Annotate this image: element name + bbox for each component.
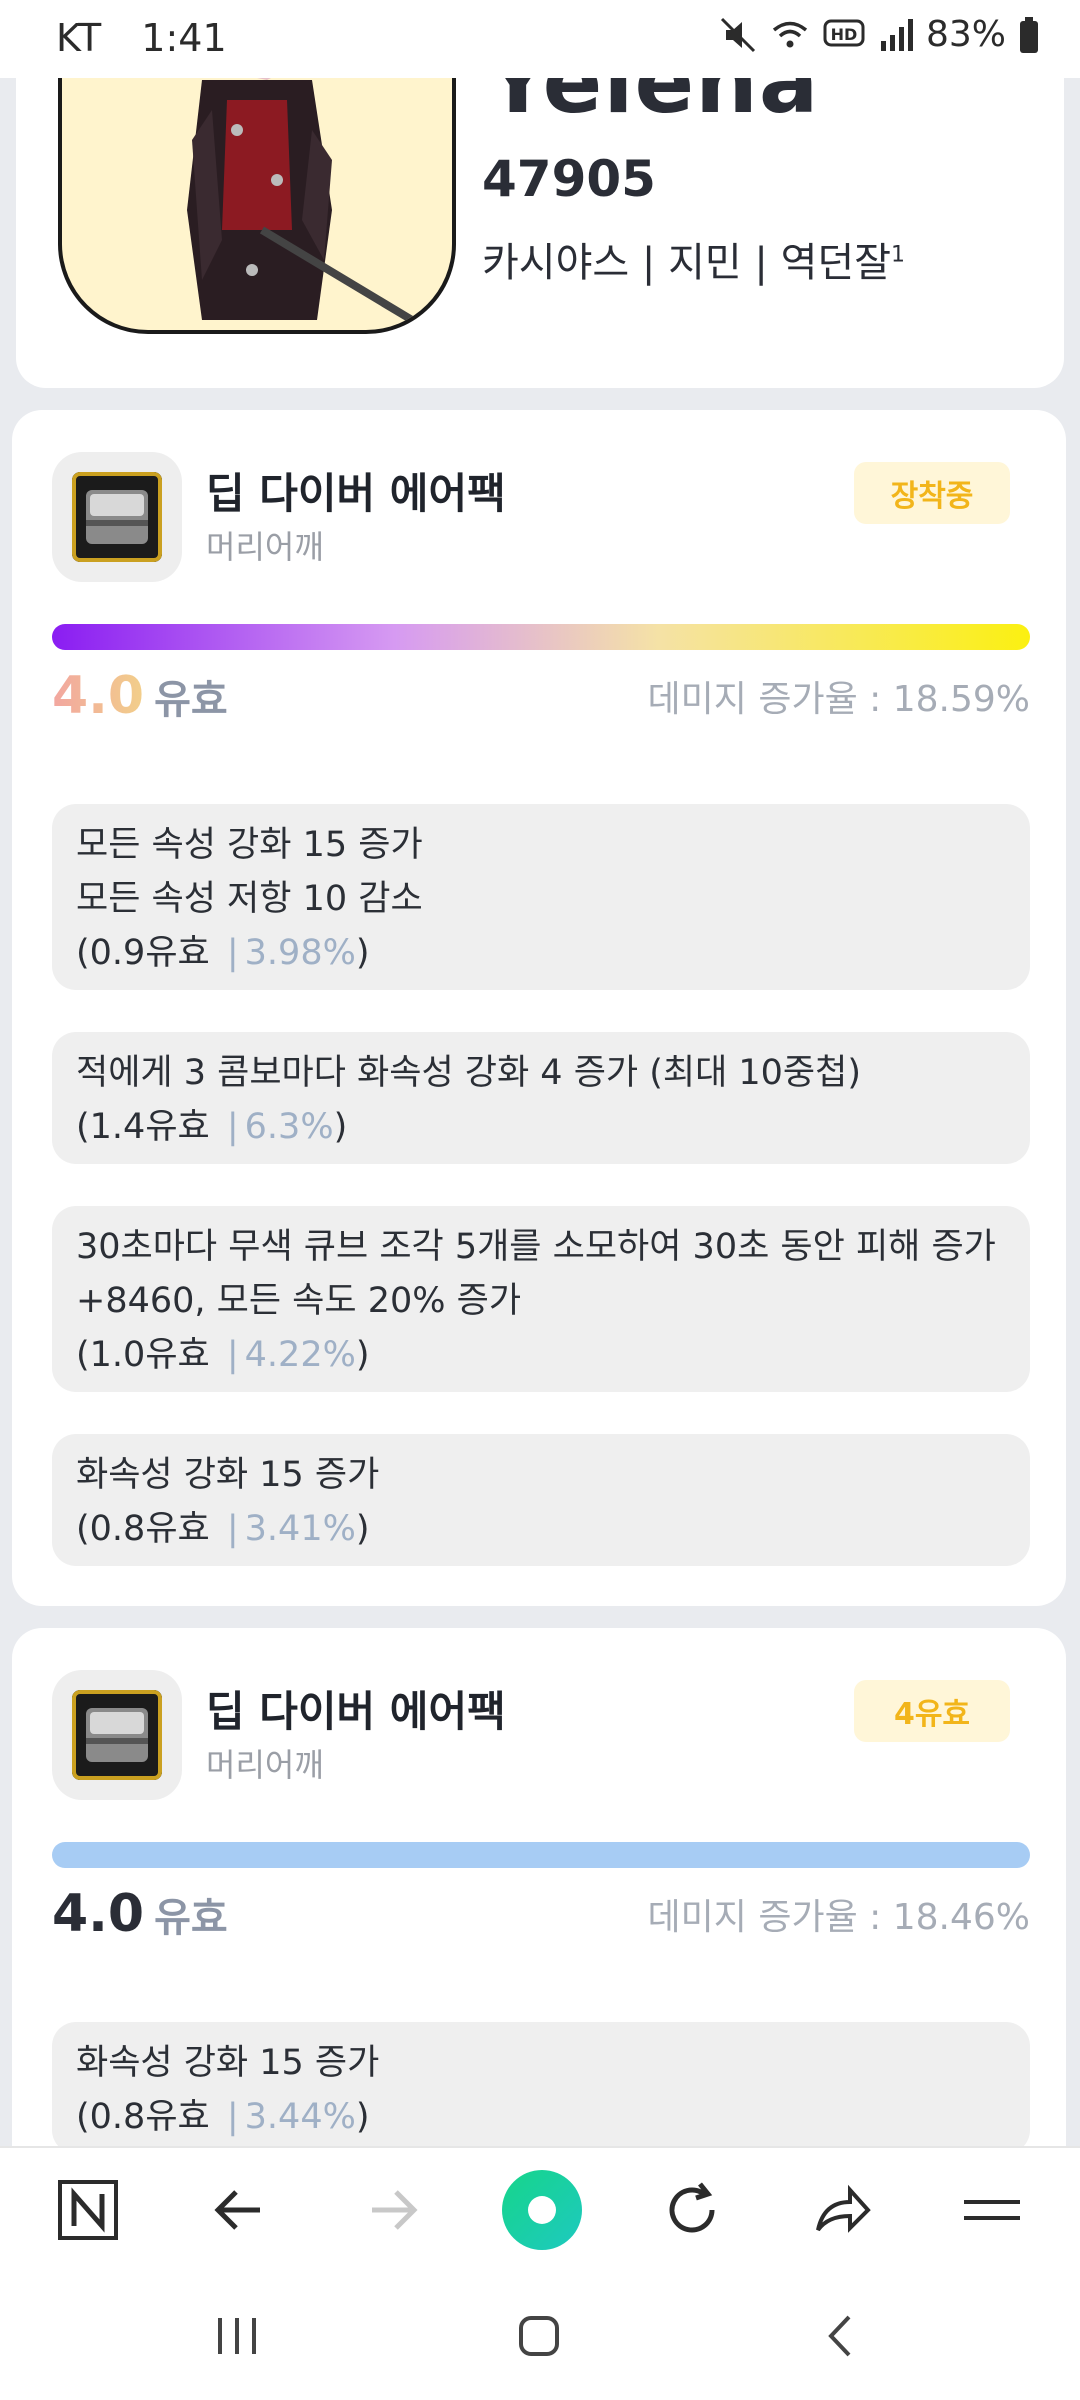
refresh-icon[interactable] — [650, 2168, 734, 2252]
option-value: (0.9유효 | 3.98%) — [52, 926, 1030, 992]
option-text: 모든 속성 강화 15 증가 모든 속성 저항 10 감소 — [76, 825, 423, 919]
score-unit: 유효 — [154, 677, 228, 723]
option-close: ) — [355, 933, 370, 973]
option-value: (1.4유효 | 6.3%) — [52, 1100, 1030, 1166]
option-percent: 4.22% — [244, 1335, 356, 1375]
option-effective: (1.0유효 — [76, 1335, 210, 1375]
option-percent: 6.3% — [244, 1107, 334, 1147]
recent-apps-icon[interactable] — [192, 2296, 282, 2376]
hd-voice-icon: HD — [823, 19, 865, 46]
option-percent: 3.44% — [244, 2097, 356, 2137]
option-percent: 3.41% — [244, 1509, 356, 1549]
effective-score: 4.0 유효 — [52, 1884, 228, 1944]
option-effective: (0.8유효 — [76, 1509, 210, 1549]
clock: 1:41 — [141, 16, 227, 60]
option-effective: (0.9유효 — [76, 933, 210, 973]
option-separator: | — [226, 1509, 239, 1549]
score-value: 4.0 — [52, 1884, 145, 1944]
option-row: 화속성 강화 15 증가 (0.8유효 | 3.41%) — [52, 1434, 1030, 1566]
forward-icon[interactable] — [350, 2168, 434, 2252]
character-info: 카시야스 | 지민 | 역던잘1 — [482, 230, 905, 288]
carrier-label: KT — [56, 16, 102, 60]
airpack-icon — [72, 1690, 162, 1780]
score-unit: 유효 — [154, 1895, 228, 1941]
item-icon-box — [52, 452, 182, 582]
option-close: ) — [355, 1335, 370, 1375]
status-left: KT 1:41 — [56, 16, 255, 60]
svg-text:HD: HD — [831, 25, 858, 44]
option-text: 적에게 3 콤보마다 화속성 강화 4 증가 (최대 10중첩) — [76, 1053, 861, 1093]
damage-increase: 데미지 증가율 : 18.59% — [647, 679, 1030, 720]
option-row: 화속성 강화 15 증가 (0.8유효 | 3.44%) — [52, 2022, 1030, 2154]
option-separator: | — [226, 1107, 239, 1147]
green-dot-icon[interactable] — [500, 2168, 584, 2252]
option-row: 적에게 3 콤보마다 화속성 강화 4 증가 (최대 10중첩) (1.4유효 … — [52, 1032, 1030, 1164]
battery-icon — [1020, 16, 1038, 53]
back-nav-icon[interactable] — [796, 2296, 886, 2376]
effective-score: 4.0 유효 — [52, 666, 228, 726]
damage-increase: 데미지 증가율 : 18.46% — [647, 1897, 1030, 1938]
option-text: 30초마다 무색 큐브 조각 5개를 소모하여 30초 동안 피해 증가 +84… — [76, 1227, 996, 1321]
item-name: 딥 다이버 에어팩 — [206, 1687, 506, 1736]
option-close: ) — [355, 2097, 370, 2137]
menu-icon[interactable] — [950, 2168, 1034, 2252]
character-info-text: 카시야스 | 지민 | 역던잘 — [482, 240, 892, 286]
option-text: 화속성 강화 15 증가 — [76, 2043, 380, 2083]
item-card[interactable]: 딥 다이버 에어팩 머리어깨 4유효 4.0 유효 데미지 증가율 : 18.46… — [12, 1628, 1066, 2188]
item-card[interactable]: 딥 다이버 에어팩 머리어깨 장착중 4.0 유효 데미지 증가율 : 18.59… — [12, 410, 1066, 1606]
grade-bar — [52, 624, 1030, 650]
status-bar: KT 1:41 HD 83% — [0, 0, 1080, 78]
option-value: (1.0유효 | 4.22%) — [52, 1328, 1030, 1394]
character-info-superscript: 1 — [891, 242, 906, 268]
option-text: 화속성 강화 15 증가 — [76, 1455, 380, 1495]
status-right: HD 83% — [718, 14, 1040, 55]
option-separator: | — [226, 1335, 239, 1375]
airpack-icon — [72, 472, 162, 562]
share-icon[interactable] — [800, 2168, 884, 2252]
signal-icon — [880, 18, 913, 51]
item-slot: 머리어깨 — [206, 528, 324, 566]
option-separator: | — [226, 2097, 239, 2137]
option-close: ) — [333, 1107, 348, 1147]
item-slot: 머리어깨 — [206, 1746, 324, 1784]
browser-toolbar — [0, 2146, 1080, 2272]
system-navigation-bar — [0, 2270, 1080, 2400]
item-icon-box — [52, 1670, 182, 1800]
character-number: 47905 — [482, 150, 656, 208]
item-name: 딥 다이버 에어팩 — [206, 469, 506, 518]
effective-badge: 4유효 — [854, 1680, 1010, 1742]
option-row: 모든 속성 강화 15 증가 모든 속성 저항 10 감소 (0.9유효 | 3.… — [52, 804, 1030, 990]
back-icon[interactable] — [198, 2168, 282, 2252]
wifi-icon — [772, 21, 808, 47]
option-separator: | — [226, 933, 239, 973]
score-value: 4.0 — [52, 666, 145, 726]
naver-home-icon[interactable] — [46, 2168, 130, 2252]
battery-percent: 83% — [925, 14, 1006, 55]
grade-bar — [52, 1842, 1030, 1868]
mute-icon — [720, 17, 756, 52]
option-row: 30초마다 무색 큐브 조각 5개를 소모하여 30초 동안 피해 증가 +84… — [52, 1206, 1030, 1392]
home-icon[interactable] — [494, 2296, 584, 2376]
option-effective: (0.8유효 — [76, 2097, 210, 2137]
option-value: (0.8유효 | 3.41%) — [52, 1502, 1030, 1568]
option-percent: 3.98% — [244, 933, 356, 973]
option-effective: (1.4유효 — [76, 1107, 210, 1147]
status-badge: 장착중 — [854, 462, 1010, 524]
option-close: ) — [355, 1509, 370, 1549]
